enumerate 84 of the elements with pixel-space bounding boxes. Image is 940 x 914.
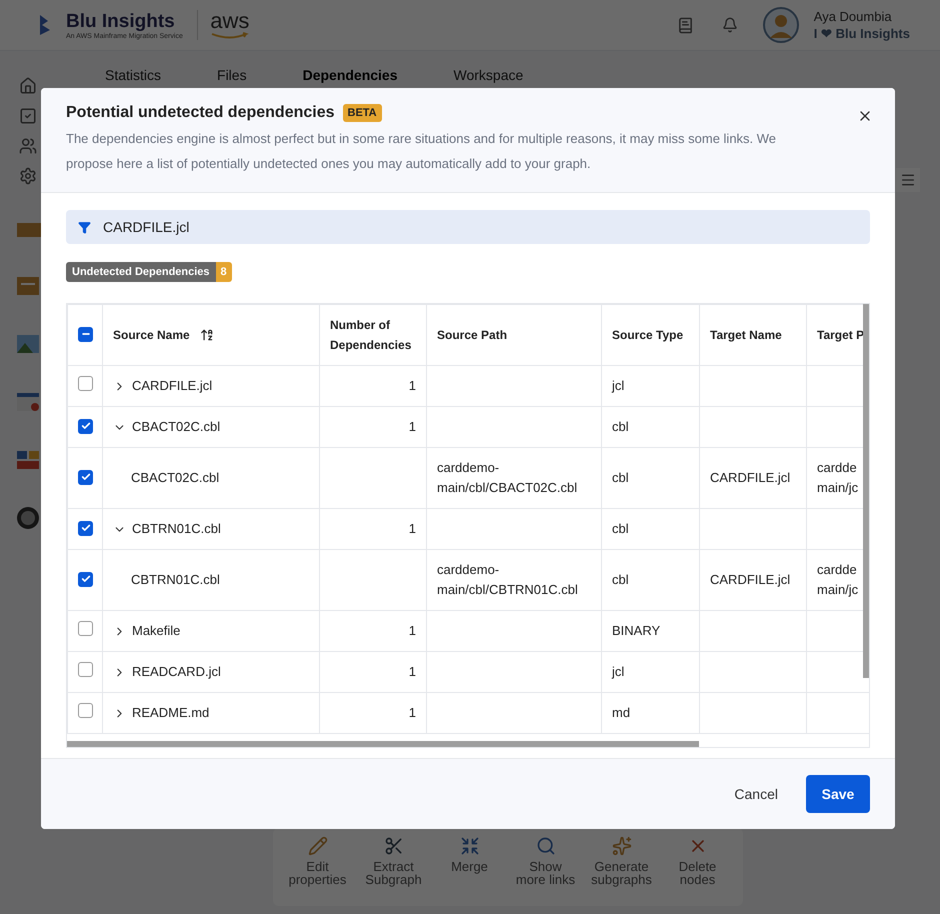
settings-icon[interactable]: [18, 167, 36, 185]
filter-text: CARDFILE.jcl: [103, 219, 190, 235]
users-icon[interactable]: [18, 137, 36, 155]
sparkles-icon: [612, 836, 632, 856]
row-checkbox[interactable]: [78, 520, 93, 536]
table-cell-text: carddemo-main/cbl/CBACT02C.cbl: [437, 459, 578, 497]
column-header[interactable]: Source Name: [113, 325, 190, 345]
toolbar-button[interactable]: Delete nodes: [666, 836, 728, 886]
checkbox-icon[interactable]: [18, 107, 36, 125]
horizontal-scrollbar[interactable]: [67, 741, 699, 747]
page-tab[interactable]: Workspace: [454, 67, 524, 83]
table-cell-text: md: [612, 704, 630, 722]
menu-icon: [900, 172, 916, 188]
table-cell-text: cardde main/jc: [817, 561, 858, 599]
row-checkbox[interactable]: [78, 572, 93, 586]
cancel-button[interactable]: Cancel: [730, 778, 782, 810]
row-checkbox[interactable]: [78, 418, 93, 434]
table-cell-text: CBACT02C.cbl: [132, 418, 220, 436]
scissors-icon: [384, 836, 404, 856]
row-checkbox[interactable]: [78, 376, 93, 390]
table-cell-text: carddemo-main/cbl/CBTRN01C.cbl: [437, 561, 579, 599]
page-tab[interactable]: Dependencies: [302, 67, 398, 83]
beta-badge: BETA: [342, 104, 382, 122]
table-cell-text: 1: [408, 622, 416, 640]
save-button[interactable]: Save: [806, 775, 870, 813]
table-cell-text: 1: [408, 704, 416, 722]
dialog-title: Potential undetected dependencies: [66, 104, 334, 122]
table-cell-text: cbl: [612, 520, 629, 538]
user-motto: I ❤ Blu Insights: [814, 26, 910, 41]
table-cell-text: 1: [408, 377, 416, 395]
table-cell-text: Makefile: [132, 622, 180, 640]
checkmark-icon: [80, 523, 90, 533]
arrows-icon: [460, 836, 480, 856]
table-cell-text: BINARY: [612, 622, 660, 640]
table-cell-text: README.md: [132, 704, 210, 722]
notebook-icon[interactable]: [676, 16, 694, 34]
table-cell-text: CBACT02C.cbl: [131, 469, 220, 487]
table-cell-text: CBTRN01C.cbl: [131, 571, 220, 589]
smile-arrow-icon: [210, 32, 250, 40]
select-all-checkbox[interactable]: [78, 326, 93, 342]
table-cell-text: READCARD.jcl: [132, 663, 221, 681]
home-icon[interactable]: [18, 77, 36, 95]
menu-button[interactable]: [896, 168, 920, 192]
table-cell-text: 1: [408, 418, 416, 436]
avatar-icon[interactable]: [762, 6, 800, 44]
brand-name: Blu Insights: [66, 10, 176, 32]
dialog-description: The dependencies engine is almost perfect but in some rare situations and for multiple reasons, it may miss some links. We propose here a list of potentially undetected ones you may automatically add to your graph.: [66, 130, 778, 173]
page-tab[interactable]: Files: [217, 67, 247, 83]
table-cell-text: CBTRN01C.cbl: [132, 520, 221, 538]
pencil-icon: [308, 836, 328, 856]
checkmark-icon: [80, 574, 90, 584]
bell-icon[interactable]: [722, 17, 738, 33]
toolbar-button[interactable]: Generate subgraphs: [590, 836, 652, 886]
checkmark-icon: [80, 472, 90, 482]
table-cell-text: jcl: [612, 377, 624, 395]
search-icon: [536, 836, 556, 856]
toolbar-button[interactable]: Merge: [438, 836, 500, 886]
count-label: Undetected Dependencies: [66, 262, 216, 282]
table-cell-text: jcl: [612, 663, 624, 681]
toolbar-button[interactable]: Edit properties: [286, 836, 348, 886]
row-checkbox[interactable]: [78, 662, 93, 676]
table-cell-text: CARDFILE.jcl: [710, 469, 790, 487]
row-checkbox[interactable]: [78, 620, 93, 636]
toolbar-button[interactable]: Extract Subgraph: [362, 836, 424, 886]
table-cell-text: 1: [408, 663, 416, 681]
page-tab[interactable]: Statistics: [105, 67, 162, 83]
table-cell-text: cardde main/jc: [817, 459, 858, 497]
count-badge: 8: [216, 262, 232, 282]
table-cell-text: 1: [408, 520, 416, 538]
partner-logo-text: aws: [210, 10, 250, 32]
table-cell-text: cbl: [612, 469, 629, 487]
vertical-scrollbar[interactable]: [863, 304, 869, 678]
user-name: Aya Doumbia: [814, 9, 893, 24]
table-cell-text: cbl: [612, 418, 629, 436]
logo-icon: [38, 13, 52, 37]
row-checkbox[interactable]: [78, 702, 93, 718]
table-cell-text: CARDFILE.jcl: [710, 571, 790, 589]
row-checkbox[interactable]: [78, 470, 93, 484]
table-cell-text: cbl: [612, 571, 629, 589]
checkmark-icon: [80, 421, 90, 431]
table-cell-text: CARDFILE.jcl: [132, 377, 212, 395]
toolbar-button[interactable]: Show more links: [514, 836, 576, 886]
filter-icon: [78, 220, 91, 234]
sort-icon[interactable]: [200, 328, 214, 342]
